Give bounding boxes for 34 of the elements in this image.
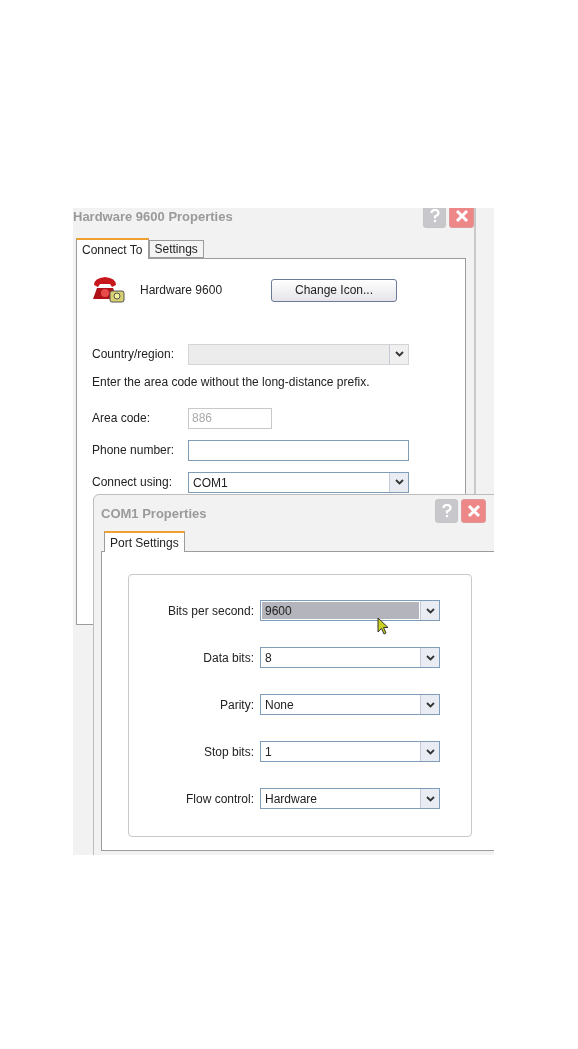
connection-name: Hardware 9600 xyxy=(140,283,224,297)
field-label: Stop bits: xyxy=(202,744,255,759)
dropdown-field[interactable]: COM1 xyxy=(188,471,409,493)
close-button[interactable] xyxy=(461,499,486,523)
help-icon xyxy=(429,209,440,223)
tab[interactable]: Port Settings xyxy=(104,531,185,552)
field-label: Connect using: xyxy=(92,475,174,489)
field-label: Country/region: xyxy=(92,347,176,361)
help-icon xyxy=(441,504,452,518)
instruction-text: Enter the area code without the long-distance prefix. xyxy=(92,375,371,391)
tab[interactable]: Settings xyxy=(148,240,204,258)
dropdown-field[interactable]: Hardware xyxy=(260,788,440,809)
help-button[interactable] xyxy=(435,499,458,523)
phone-icon xyxy=(92,275,126,305)
field-label: Bits per second: xyxy=(166,603,255,618)
window-title: COM1 Properties xyxy=(101,505,207,521)
close-icon xyxy=(454,209,469,223)
dropdown-field[interactable]: None xyxy=(260,694,440,715)
field-label: Data bits: xyxy=(202,650,255,665)
field-label: Area code: xyxy=(92,411,152,425)
change-icon-button[interactable]: Change Icon... xyxy=(271,278,397,302)
close-icon xyxy=(466,504,481,518)
input-field[interactable] xyxy=(188,439,409,461)
field-label: Flow control: xyxy=(184,791,255,806)
field-label: Phone number: xyxy=(92,443,176,457)
field-label: Parity: xyxy=(219,697,255,712)
close-button[interactable] xyxy=(449,208,474,228)
dropdown-field[interactable]: 8 xyxy=(260,647,440,668)
dropdown-field[interactable]: 1 xyxy=(260,741,440,762)
cursor-icon xyxy=(377,617,390,636)
help-button[interactable] xyxy=(423,208,446,228)
dropdown-field[interactable]: 9600 xyxy=(260,600,440,621)
tab[interactable]: Connect To xyxy=(76,238,149,259)
window-title: Hardware 9600 Properties xyxy=(73,208,233,224)
